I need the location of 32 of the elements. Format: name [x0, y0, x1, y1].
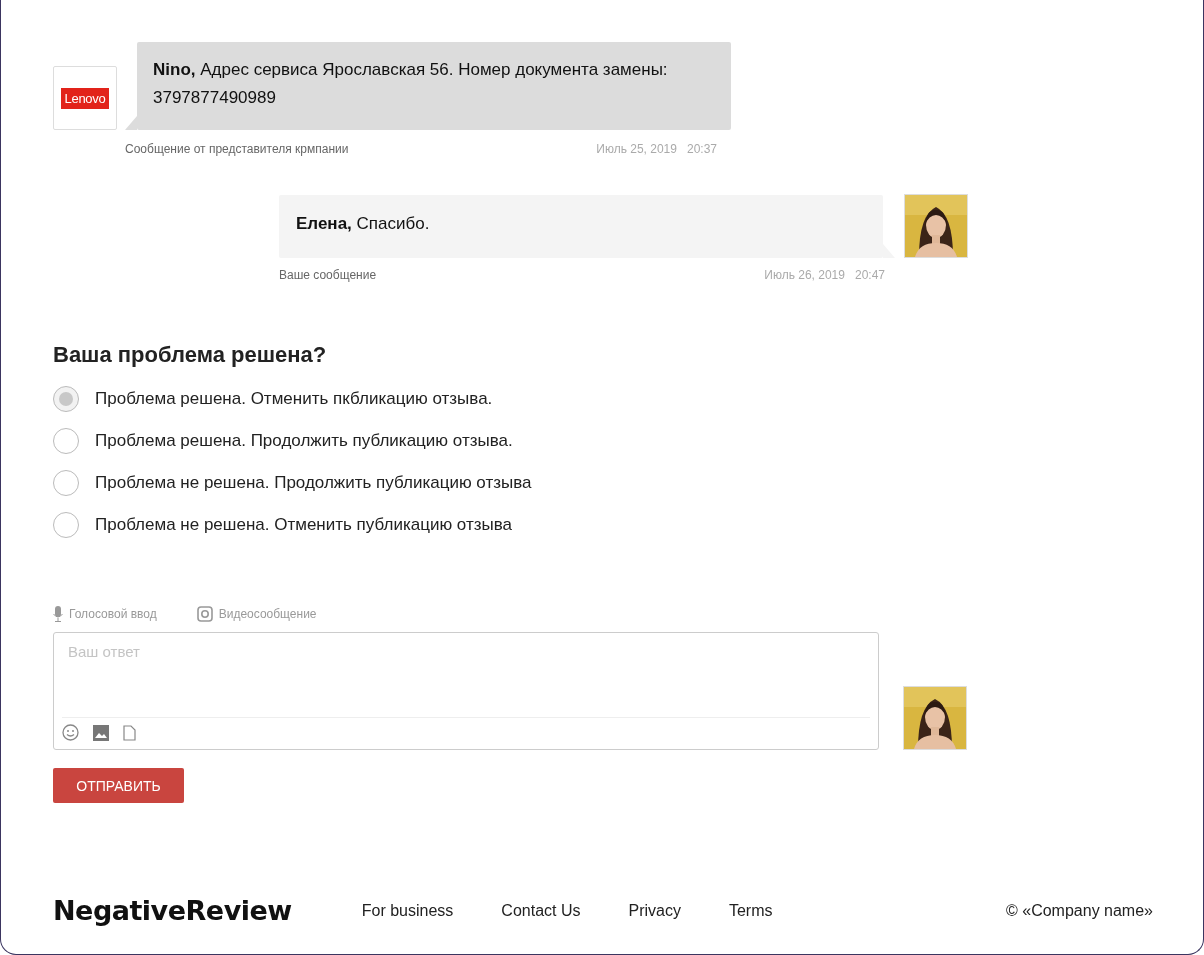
message-time: 20:47	[854, 268, 885, 282]
radio-label[interactable]: Проблема решена. Отменить пкбликацию отзыва.	[95, 389, 493, 409]
image-icon[interactable]	[93, 724, 109, 741]
send-button[interactable]: ОТПРАВИТЬ	[53, 768, 184, 803]
message-caption: Ваше сообщение	[279, 268, 377, 282]
reply-field[interactable]: Ваш ответ	[54, 633, 878, 717]
footer-link[interactable]: Contact Us	[501, 901, 581, 920]
message-date: Июль 26, 2019	[764, 268, 845, 282]
radio-button[interactable]	[53, 470, 79, 496]
radio-button[interactable]	[53, 428, 79, 454]
radio-label[interactable]: Проблема не решена. Продолжить публикацию отзыва	[95, 473, 532, 493]
footer-link[interactable]: Privacy	[628, 901, 681, 920]
message-caption: Сообщение от представителя крмпании	[125, 142, 349, 156]
copyright-text: © «Company name»	[1006, 901, 1153, 920]
microphone-icon[interactable]	[53, 606, 63, 622]
message-text: Nino, Адрес сервиса Ярославская 56. Номер документа замены: 3797877490989	[153, 60, 668, 107]
camera-icon[interactable]	[196, 606, 213, 622]
message-time: 20:37	[686, 142, 717, 156]
file-icon[interactable]	[123, 724, 136, 741]
brand-logo[interactable]: NegativeReview	[53, 895, 292, 926]
logo-text: Lenovo	[60, 87, 110, 109]
message-date: Июль 25, 2019	[596, 142, 677, 156]
question-title: Ваша проблема решена?	[53, 342, 328, 368]
smiley-icon[interactable]	[62, 724, 79, 741]
message-text: Елена, Спасибо.	[296, 214, 430, 233]
radio-label[interactable]: Проблема не решена. Отменить публикацию отзыва	[95, 515, 513, 535]
footer-link[interactable]: Terms	[728, 901, 773, 920]
reply-panel[interactable]: Ваш ответ	[53, 632, 879, 750]
footer-link[interactable]: For business	[361, 901, 454, 920]
radio-label[interactable]: Проблема решена. Продолжить публикацию отзыва.	[95, 431, 513, 451]
radio-button[interactable]	[53, 386, 79, 412]
radio-button[interactable]	[53, 512, 79, 538]
